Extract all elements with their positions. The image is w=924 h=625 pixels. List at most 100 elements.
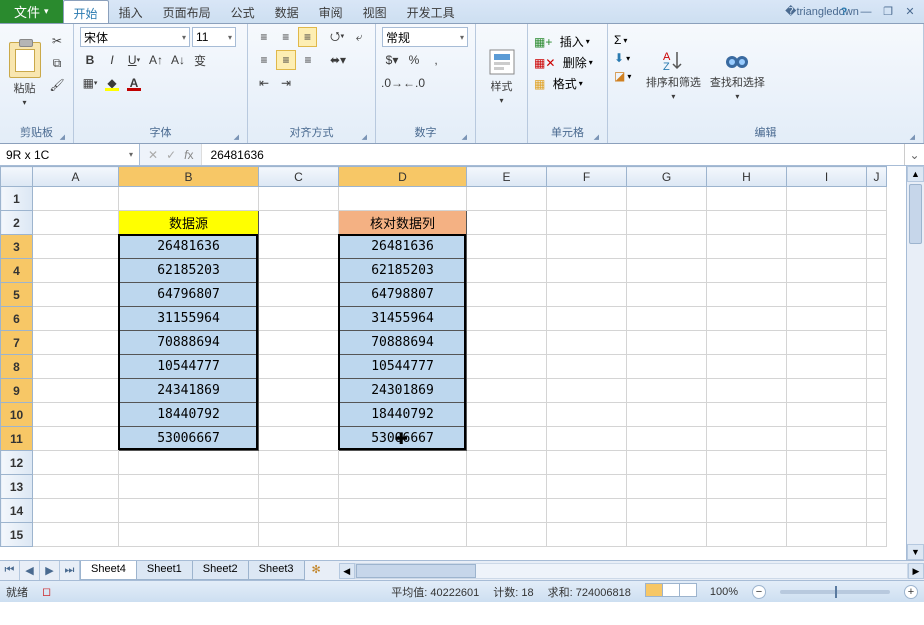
scroll-left-icon[interactable]: ◀ xyxy=(339,563,355,579)
cell-G13[interactable] xyxy=(627,475,707,499)
accounting-format-button[interactable]: $▾ xyxy=(382,50,402,70)
row-header-5[interactable]: 5 xyxy=(1,283,33,307)
delete-cells-button[interactable]: ▦✕ 删除▾ xyxy=(534,54,601,71)
cell-E3[interactable] xyxy=(467,235,547,259)
cell-H7[interactable] xyxy=(707,331,787,355)
window-minimize-icon[interactable]: — xyxy=(858,4,874,20)
cell-B1[interactable] xyxy=(119,187,259,211)
cell-B8[interactable]: 10544777 xyxy=(119,355,259,379)
cell-A12[interactable] xyxy=(33,451,119,475)
sheet-nav-last-icon[interactable]: ⏭ xyxy=(60,561,80,580)
cell-E15[interactable] xyxy=(467,523,547,547)
cell-G2[interactable] xyxy=(627,211,707,235)
cell-I5[interactable] xyxy=(787,283,867,307)
cell-F10[interactable] xyxy=(547,403,627,427)
cell-F7[interactable] xyxy=(547,331,627,355)
cell-D12[interactable] xyxy=(339,451,467,475)
cell-I15[interactable] xyxy=(787,523,867,547)
align-bottom-button[interactable]: ≡ xyxy=(298,27,318,47)
cell-H2[interactable] xyxy=(707,211,787,235)
fill-button[interactable]: ⬇▾ xyxy=(614,51,631,65)
align-top-button[interactable]: ≡ xyxy=(254,27,274,47)
sheet-tab-sheet3[interactable]: Sheet3 xyxy=(248,561,305,580)
scroll-up-icon[interactable]: ▲ xyxy=(907,166,924,182)
cell-G10[interactable] xyxy=(627,403,707,427)
cell-I8[interactable] xyxy=(787,355,867,379)
hscroll-thumb[interactable] xyxy=(356,564,476,578)
cell-B3[interactable]: 26481636 xyxy=(119,235,259,259)
view-buttons[interactable] xyxy=(645,583,696,600)
cell-G15[interactable] xyxy=(627,523,707,547)
cell-D13[interactable] xyxy=(339,475,467,499)
cell-F14[interactable] xyxy=(547,499,627,523)
cell-B10[interactable]: 18440792 xyxy=(119,403,259,427)
cell-D8[interactable]: 10544777 xyxy=(339,355,467,379)
cell-F3[interactable] xyxy=(547,235,627,259)
cell-F15[interactable] xyxy=(547,523,627,547)
cell-D5[interactable]: 64798807 xyxy=(339,283,467,307)
cell-I2[interactable] xyxy=(787,211,867,235)
scroll-thumb[interactable] xyxy=(909,184,922,244)
increase-decimal-button[interactable]: .0→ xyxy=(382,73,402,93)
increase-font-button[interactable]: A↑ xyxy=(146,50,166,70)
increase-indent-button[interactable]: ⇥ xyxy=(276,73,296,93)
cell-A10[interactable] xyxy=(33,403,119,427)
cell-H13[interactable] xyxy=(707,475,787,499)
ribbon-minimize-icon[interactable]: �triangledown xyxy=(814,4,830,20)
cell-F5[interactable] xyxy=(547,283,627,307)
font-color-button[interactable]: A xyxy=(124,73,144,93)
name-box[interactable]: 9R x 1C▾ xyxy=(0,144,140,165)
cell-B4[interactable]: 62185203 xyxy=(119,259,259,283)
zoom-out-button[interactable]: − xyxy=(752,585,766,599)
cell-B2[interactable]: 数据源 xyxy=(119,211,259,235)
bold-button[interactable]: B xyxy=(80,50,100,70)
cell-A8[interactable] xyxy=(33,355,119,379)
cell-C5[interactable] xyxy=(259,283,339,307)
insert-function-icon[interactable]: fx xyxy=(184,148,193,162)
cell-D14[interactable] xyxy=(339,499,467,523)
cell-G9[interactable] xyxy=(627,379,707,403)
col-header-A[interactable]: A xyxy=(33,167,119,187)
sort-filter-button[interactable]: AZ 排序和筛选 ▾ xyxy=(643,27,703,122)
percent-format-button[interactable]: % xyxy=(404,50,424,70)
borders-button[interactable]: ▦▾ xyxy=(80,73,100,93)
normal-view-icon[interactable] xyxy=(645,583,663,597)
wrap-text-button[interactable]: ⤶ xyxy=(349,27,369,47)
zoom-level[interactable]: 100% xyxy=(710,586,738,598)
cell-H14[interactable] xyxy=(707,499,787,523)
clear-button[interactable]: ◪▾ xyxy=(614,69,631,83)
zoom-in-button[interactable]: + xyxy=(904,585,918,599)
paste-button[interactable]: 粘贴 ▾ xyxy=(6,27,43,122)
formula-input[interactable]: 26481636 xyxy=(202,144,904,165)
cell-H11[interactable] xyxy=(707,427,787,451)
cell-A2[interactable] xyxy=(33,211,119,235)
cell-A1[interactable] xyxy=(33,187,119,211)
cell-B5[interactable]: 64796807 xyxy=(119,283,259,307)
merge-center-button[interactable]: ⬌▾ xyxy=(328,50,348,70)
tab-data[interactable]: 数据 xyxy=(265,0,309,23)
cell-C9[interactable] xyxy=(259,379,339,403)
cell-I3[interactable] xyxy=(787,235,867,259)
scroll-down-icon[interactable]: ▼ xyxy=(907,544,924,560)
tab-page-layout[interactable]: 页面布局 xyxy=(153,0,221,23)
cell-F2[interactable] xyxy=(547,211,627,235)
cell-D2[interactable]: 核对数据列 xyxy=(339,211,467,235)
expand-formula-bar-icon[interactable]: ⌄ xyxy=(904,144,924,165)
cell-I14[interactable] xyxy=(787,499,867,523)
decrease-indent-button[interactable]: ⇤ xyxy=(254,73,274,93)
cell-E7[interactable] xyxy=(467,331,547,355)
col-header-F[interactable]: F xyxy=(547,167,627,187)
horizontal-scrollbar[interactable]: ◀ ▶ xyxy=(339,561,924,580)
italic-button[interactable]: I xyxy=(102,50,122,70)
cell-I12[interactable] xyxy=(787,451,867,475)
cell-A15[interactable] xyxy=(33,523,119,547)
cell-E12[interactable] xyxy=(467,451,547,475)
scroll-right-icon[interactable]: ▶ xyxy=(908,563,924,579)
cell-A14[interactable] xyxy=(33,499,119,523)
row-header-4[interactable]: 4 xyxy=(1,259,33,283)
cell-H15[interactable] xyxy=(707,523,787,547)
cell-E2[interactable] xyxy=(467,211,547,235)
fill-color-button[interactable]: ◆ xyxy=(102,73,122,93)
cell-B12[interactable] xyxy=(119,451,259,475)
row-header-13[interactable]: 13 xyxy=(1,475,33,499)
